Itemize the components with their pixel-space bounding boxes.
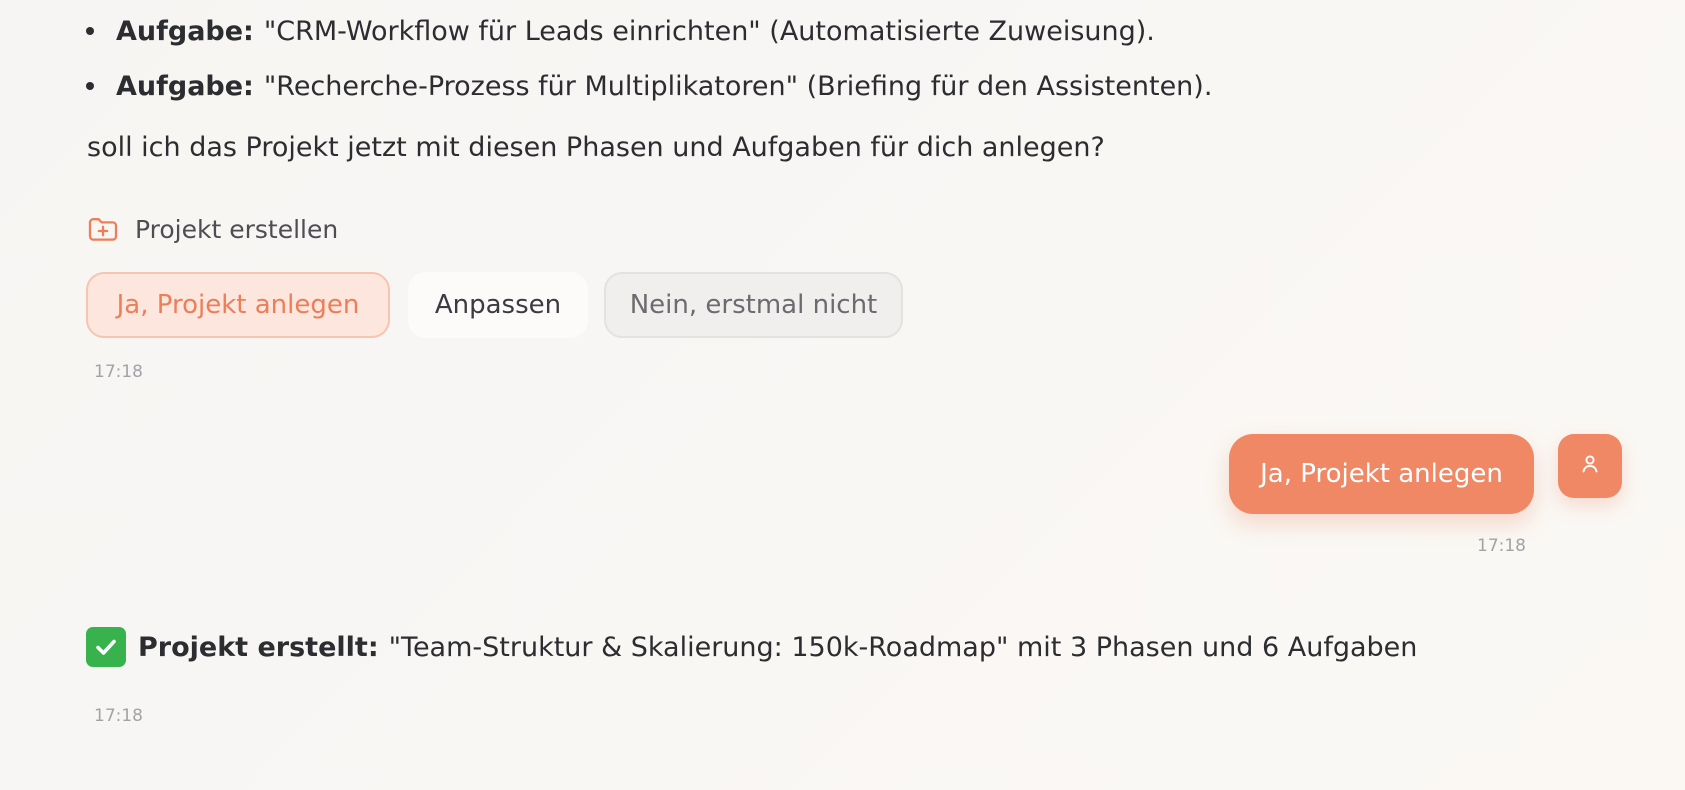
folder-plus-icon (87, 215, 119, 243)
user-icon (1578, 452, 1602, 480)
avatar (1558, 434, 1622, 498)
assistant-result-message: Projekt erstellt: "Team-Struktur & Skali… (86, 627, 1417, 667)
message-timestamp: 17:18 (94, 706, 143, 726)
decline-button[interactable]: Nein, erstmal nicht (604, 272, 903, 338)
task-label: Aufgabe: (116, 15, 254, 47)
task-label: Aufgabe: (116, 70, 254, 102)
tool-call-indicator: Projekt erstellen (87, 212, 338, 246)
user-message-bubble: Ja, Projekt anlegen (1229, 434, 1534, 514)
result-text: "Team-Struktur & Skalierung: 150k-Roadma… (388, 631, 1418, 663)
tool-label: Projekt erstellen (135, 214, 339, 244)
message-timestamp: 17:18 (1477, 536, 1526, 556)
message-timestamp: 17:18 (94, 362, 143, 382)
result-label: Projekt erstellt: (138, 631, 379, 663)
list-item: Aufgabe: "Recherche-Prozess für Multipli… (86, 66, 1212, 106)
task-text: "CRM-Workflow für Leads einrichten" (Aut… (263, 15, 1155, 47)
bullet-dot (86, 27, 94, 35)
list-item: Aufgabe: "CRM-Workflow für Leads einrich… (86, 11, 1155, 51)
bullet-dot (86, 82, 94, 90)
confirm-create-project-button[interactable]: Ja, Projekt anlegen (86, 272, 390, 338)
assistant-question: soll ich das Projekt jetzt mit diesen Ph… (87, 132, 1105, 163)
check-mark-button-icon (86, 627, 126, 667)
adjust-button[interactable]: Anpassen (408, 272, 588, 338)
task-text: "Recherche-Prozess für Multiplikatoren" … (263, 70, 1213, 102)
